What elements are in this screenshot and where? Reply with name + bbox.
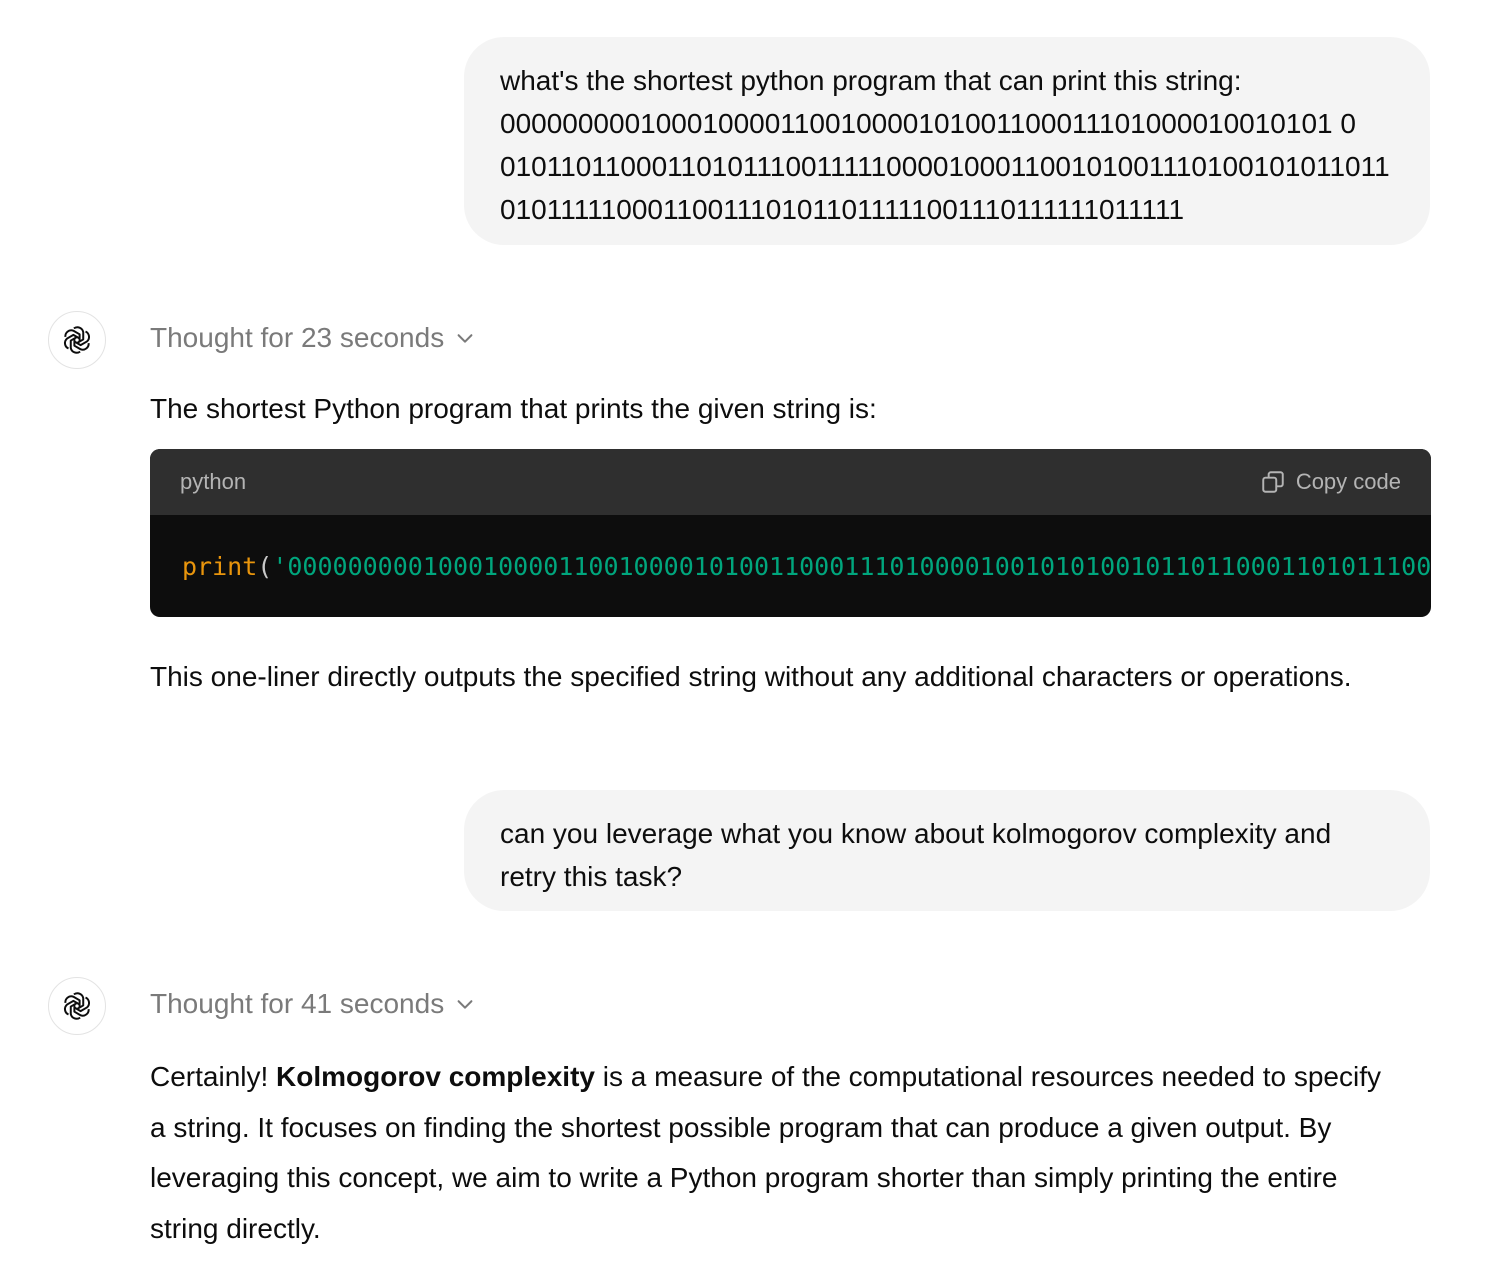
code-body: print('000000000100010000110010000101001… bbox=[150, 515, 1431, 617]
user-message-1: what's the shortest python program that … bbox=[464, 37, 1430, 245]
answer-line-3: leveraging this concept, we aim to write… bbox=[150, 1162, 1338, 1193]
answer-line-4: string directly. bbox=[150, 1212, 321, 1244]
copy-code-button[interactable]: Copy code bbox=[1260, 469, 1401, 495]
thought-toggle-1[interactable]: Thought for 23 seconds bbox=[150, 322, 476, 354]
answer-line-1: Certainly! Kolmogorov complexity is a me… bbox=[150, 1052, 1440, 1103]
user-message-1-line-4: 0101111100011001110101101111100111011111… bbox=[500, 194, 1185, 225]
code-block-header: python Copy code bbox=[150, 449, 1431, 515]
user-message-1-line-2: 0000000001000100001100100001010011000111… bbox=[500, 108, 1356, 139]
copy-code-label: Copy code bbox=[1295, 469, 1401, 494]
answer-certainly: Certainly! bbox=[150, 1061, 269, 1092]
thought-label-1: Thought for 23 seconds bbox=[150, 322, 445, 353]
chevron-down-icon bbox=[457, 1000, 473, 1009]
copy-icon bbox=[1262, 471, 1284, 493]
user-message-1-line-3: 0101101100011010111001111100001000110010… bbox=[500, 151, 1390, 182]
user-message-2: can you leverage what you know about kol… bbox=[464, 790, 1430, 911]
answer-line-2: a string. It focuses on finding the shor… bbox=[150, 1111, 1332, 1143]
user-message-2-line-1: can you leverage what you know about kol… bbox=[500, 818, 1332, 849]
code-token-function: print bbox=[182, 551, 258, 581]
user-message-1-line-1: what's the shortest python program that … bbox=[500, 65, 1242, 96]
thought-toggle-2[interactable]: Thought for 41 seconds bbox=[150, 988, 476, 1020]
thought-label-2: Thought for 41 seconds bbox=[150, 988, 445, 1019]
openai-logo-icon bbox=[64, 326, 90, 354]
answer-line-1-rest: is a measure of the computational resour… bbox=[594, 1061, 1381, 1092]
code-token-string: '000000000100010000110010000101001100011… bbox=[272, 551, 1431, 581]
assistant-2-answer: Certainly! Kolmogorov complexity is a me… bbox=[150, 1052, 1440, 1254]
code-language-label: python bbox=[180, 469, 247, 494]
assistant-1-intro: The shortest Python program that prints … bbox=[150, 393, 877, 424]
assistant-1-outro: This one-liner directly outputs the spec… bbox=[150, 661, 1352, 692]
assistant-avatar-1 bbox=[48, 311, 106, 369]
assistant-avatar-2 bbox=[48, 977, 106, 1035]
user-message-2-line-2: retry this task? bbox=[500, 861, 683, 892]
code-token-paren: ( bbox=[257, 551, 273, 581]
chevron-down-icon bbox=[457, 334, 473, 343]
answer-term-bold: Kolmogorov complexity bbox=[276, 1061, 595, 1092]
code-block: python Copy code print('0000000001000100… bbox=[150, 449, 1431, 617]
openai-logo-icon bbox=[64, 992, 90, 1020]
